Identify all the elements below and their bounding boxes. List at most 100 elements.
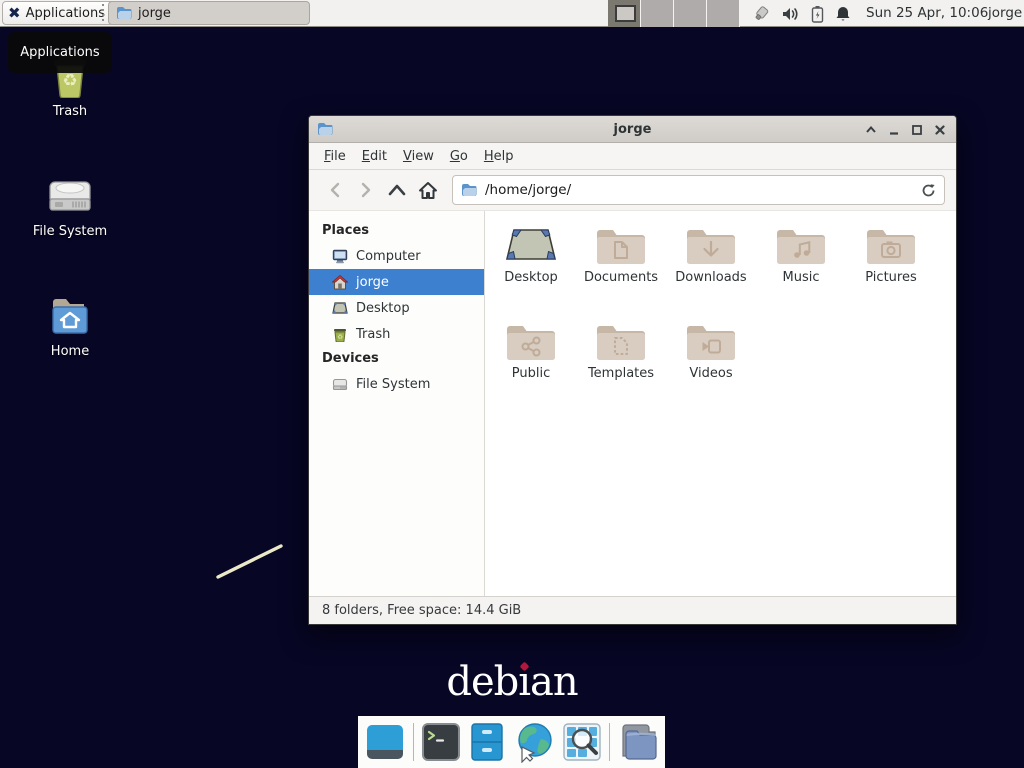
taskbar-folder-icon <box>116 6 132 20</box>
workspace-1[interactable] <box>608 0 641 27</box>
shade-button[interactable] <box>865 124 877 136</box>
file-item-downloads[interactable]: Downloads <box>667 221 755 317</box>
sidebar-places-header: Places <box>309 219 484 243</box>
annotation-marker-icon[interactable] <box>751 5 771 23</box>
file-label: Public <box>512 366 550 381</box>
applications-tooltip-text: Applications <box>20 45 99 60</box>
file-item-pictures[interactable]: Pictures <box>847 221 935 317</box>
file-item-videos[interactable]: Videos <box>667 317 755 413</box>
forward-button[interactable] <box>351 175 380 205</box>
path-input[interactable] <box>485 182 913 198</box>
terminal-button[interactable] <box>421 721 461 763</box>
desktop-special-icon <box>504 223 558 267</box>
file-manager-button[interactable] <box>468 721 506 763</box>
sidebar-item-computer[interactable]: Computer <box>309 243 484 269</box>
back-button[interactable] <box>320 175 349 205</box>
maximize-button[interactable] <box>911 124 923 136</box>
downloads-folder-icon <box>685 223 737 267</box>
desktop-icon-home[interactable]: Home <box>18 294 122 359</box>
directory-folder-icon <box>617 722 659 762</box>
sidebar-item-file-system[interactable]: File System <box>309 371 484 397</box>
file-label: Desktop <box>504 270 558 285</box>
window-title: jorge <box>309 122 956 137</box>
file-grid: Desktop Documents Downloads <box>485 211 956 596</box>
sidebar-item-label: jorge <box>356 275 389 290</box>
desktop-mini-icon <box>332 301 348 315</box>
sidebar-item-label: File System <box>356 377 430 392</box>
directory-menu-button[interactable] <box>617 721 659 763</box>
reload-icon[interactable] <box>921 183 936 198</box>
hard-drive-icon <box>47 174 93 218</box>
web-browser-button[interactable] <box>513 721 555 763</box>
sidebar-devices-header: Devices <box>309 347 484 371</box>
menubar: File Edit View Go Help <box>309 143 956 170</box>
desktop-icon-label: File System <box>33 224 107 239</box>
volume-icon[interactable] <box>782 6 800 22</box>
sidebar-item-jorge[interactable]: jorge <box>309 269 484 295</box>
statusbar: 8 folders, Free space: 14.4 GiB <box>309 596 956 624</box>
home-button[interactable] <box>413 175 442 205</box>
panel-clock[interactable]: Sun 25 Apr, 10:06 <box>866 0 988 27</box>
panel-username[interactable]: jorge <box>988 0 1022 27</box>
sidebar-item-trash[interactable]: ♻ Trash <box>309 321 484 347</box>
workspace-pager <box>608 0 740 27</box>
sidebar-item-label: Trash <box>356 327 390 342</box>
documents-folder-icon <box>595 223 647 267</box>
sidebar: Places Computer jorge <box>309 211 485 596</box>
file-item-documents[interactable]: Documents <box>577 221 665 317</box>
annotation-scribble-line <box>210 538 294 586</box>
trash-mini-icon: ♻ <box>332 327 348 342</box>
file-label: Music <box>783 270 820 285</box>
menu-edit[interactable]: Edit <box>354 146 395 167</box>
menu-help[interactable]: Help <box>476 146 522 167</box>
applications-menu-button[interactable]: ✖ Applications <box>2 1 115 25</box>
location-bar[interactable] <box>452 175 945 205</box>
menu-view[interactable]: View <box>395 146 442 167</box>
applications-menu-label: Applications <box>26 6 105 21</box>
menu-go[interactable]: Go <box>442 146 476 167</box>
location-folder-icon <box>461 183 477 197</box>
minimize-button[interactable] <box>888 124 900 136</box>
statusbar-text: 8 folders, Free space: 14.4 GiB <box>322 603 521 618</box>
sidebar-item-desktop[interactable]: Desktop <box>309 295 484 321</box>
web-browser-globe-icon <box>513 721 555 763</box>
dock-separator <box>609 723 610 761</box>
debian-logo-i: ı <box>518 659 530 705</box>
music-folder-icon <box>775 223 827 267</box>
show-desktop-icon <box>364 722 406 762</box>
home-icon <box>332 275 348 290</box>
workspace-3[interactable] <box>674 0 707 27</box>
system-tray <box>751 0 851 27</box>
file-item-public[interactable]: Public <box>487 317 575 413</box>
panel-handle[interactable] <box>102 4 104 23</box>
svg-text:♻: ♻ <box>62 71 77 91</box>
file-label: Documents <box>584 270 658 285</box>
app-finder-button[interactable] <box>562 721 602 763</box>
workspace-4[interactable] <box>707 0 740 27</box>
file-item-desktop[interactable]: Desktop <box>487 221 575 317</box>
workspace-2[interactable] <box>641 0 674 27</box>
sidebar-item-label: Desktop <box>356 301 410 316</box>
show-desktop-button[interactable] <box>364 721 406 763</box>
up-button[interactable] <box>382 175 411 205</box>
window-titlebar[interactable]: jorge <box>309 116 956 143</box>
menu-file[interactable]: File <box>316 146 354 167</box>
file-item-music[interactable]: Music <box>757 221 845 317</box>
notifications-bell-icon[interactable] <box>835 5 851 22</box>
taskbar-window-label: jorge <box>138 6 171 21</box>
computer-icon <box>332 249 348 264</box>
battery-charging-icon[interactable] <box>811 5 824 23</box>
file-manager-window: jorge File Edit View Go Help <box>308 115 957 625</box>
close-button[interactable] <box>934 124 946 136</box>
taskbar-window-button[interactable]: jorge <box>108 1 310 25</box>
file-item-templates[interactable]: Templates <box>577 317 665 413</box>
file-label: Downloads <box>675 270 746 285</box>
desktop-icon-label: Trash <box>53 104 87 119</box>
workspace-window-miniature <box>615 5 636 22</box>
desktop-icon-file-system[interactable]: File System <box>18 174 122 239</box>
dock-panel <box>358 716 665 768</box>
debian-logo: debıan <box>0 660 1024 704</box>
debian-logo-text: deb <box>446 659 518 705</box>
public-folder-icon <box>505 319 557 363</box>
applications-menu-icon: ✖ <box>8 6 21 21</box>
